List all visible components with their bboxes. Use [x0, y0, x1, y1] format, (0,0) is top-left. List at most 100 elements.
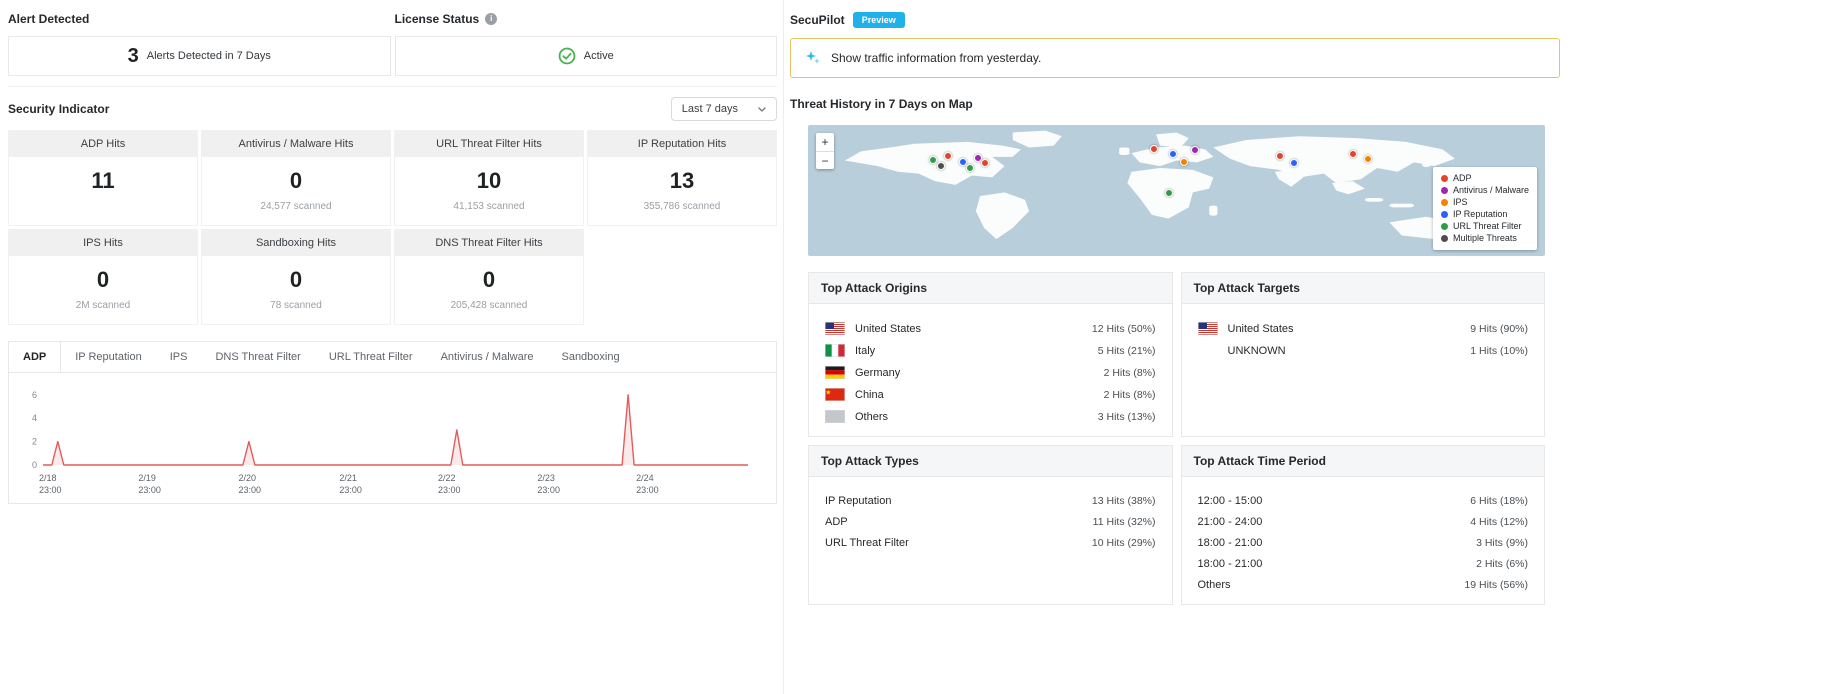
legend-item-adp: ADP	[1440, 172, 1529, 184]
stat-card-value: 11	[91, 168, 115, 193]
threat-marker-adp[interactable]	[944, 152, 953, 161]
threat-marker-antivirus-malware[interactable]	[1190, 145, 1199, 154]
stat-card-antivirus-malware-hits: Antivirus / Malware Hits 0 24,577 scanne…	[201, 130, 391, 226]
alert-block: Alert Detected 3 Alerts Detected in 7 Da…	[8, 12, 391, 76]
flag-icon-us	[1197, 322, 1218, 335]
svg-text:2/21: 2/21	[339, 473, 357, 483]
map-zoom-controls: + −	[816, 133, 834, 169]
attack-row-label: Others	[1197, 579, 1231, 591]
stat-card-value: 13	[669, 168, 695, 193]
legend-dot-icon	[1440, 174, 1448, 182]
stat-card-value: 0	[289, 267, 303, 292]
threat-marker-ip-reputation[interactable]	[1168, 149, 1177, 158]
tab-url-threat-filter[interactable]: URL Threat Filter	[315, 342, 427, 372]
zoom-in-button[interactable]: +	[816, 133, 834, 151]
stat-card-value: 0	[482, 267, 496, 292]
stat-card-scanned: 205,428 scanned	[450, 300, 528, 311]
legend-item-url-threat-filter: URL Threat Filter	[1440, 220, 1529, 232]
license-status: Active	[583, 50, 614, 62]
info-icon[interactable]: i	[485, 13, 498, 25]
stat-card-adp-hits: ADP Hits 11	[8, 130, 198, 226]
threat-marker-adp[interactable]	[1275, 152, 1284, 161]
panel-title: Top Attack Time Period	[1181, 446, 1544, 477]
threat-marker-adp[interactable]	[1349, 149, 1358, 158]
threat-marker-ips[interactable]	[1179, 157, 1188, 166]
tab-adp[interactable]: ADP	[9, 342, 62, 372]
stat-card-scanned: 355,786 scanned	[643, 201, 721, 212]
threat-marker-adp[interactable]	[980, 158, 989, 167]
security-indicator-header: Security Indicator Last 7 days	[8, 96, 777, 122]
tab-sandboxing[interactable]: Sandboxing	[547, 342, 633, 372]
stat-card-title: IP Reputation Hits	[588, 131, 776, 157]
secupilot-suggestion[interactable]: Show traffic information from yesterday.	[790, 38, 1560, 78]
panel-title: Top Attack Targets	[1181, 273, 1544, 304]
legend-label: IP Reputation	[1452, 209, 1508, 219]
attack-row: IP Reputation 13 Hits (38%)	[825, 491, 1156, 512]
legend-dot-icon	[1440, 210, 1448, 218]
attack-row-hits: 3 Hits (9%)	[1476, 537, 1528, 549]
stat-card-title: URL Threat Filter Hits	[395, 131, 583, 157]
svg-text:2/20: 2/20	[239, 473, 257, 483]
attack-row-hits: 1 Hits (10%)	[1470, 344, 1528, 357]
panel-top-attack-origins: Top Attack Origins United States 12 Hits…	[808, 272, 1173, 437]
attack-row-label: 12:00 - 15:00	[1197, 495, 1263, 507]
tab-antivirus-malware[interactable]: Antivirus / Malware	[427, 342, 548, 372]
check-circle-icon	[558, 47, 576, 65]
svg-text:23:00: 23:00	[39, 485, 62, 495]
tab-ips[interactable]: IPS	[156, 342, 202, 372]
license-title-text: License Status	[394, 12, 480, 26]
attack-row-hits: 2 Hits (6%)	[1476, 558, 1528, 570]
sparkle-icon	[805, 50, 821, 66]
legend-dot-icon	[1440, 198, 1448, 206]
panel-title: Top Attack Types	[809, 446, 1172, 477]
flag-icon-us	[825, 322, 845, 335]
threat-marker-multiple-threats[interactable]	[936, 161, 945, 170]
legend-item-ip-reputation: IP Reputation	[1440, 208, 1529, 220]
svg-text:0: 0	[32, 460, 37, 470]
attack-row-label: 18:00 - 21:00	[1197, 537, 1263, 549]
legend-label: Multiple Threats	[1452, 233, 1517, 243]
legend-label: URL Threat Filter	[1452, 221, 1522, 231]
svg-text:6: 6	[32, 390, 37, 400]
threat-marker-ips[interactable]	[1364, 155, 1373, 164]
svg-text:4: 4	[32, 413, 37, 423]
legend-dot-icon	[1440, 222, 1448, 230]
license-block: License Status i Active	[394, 12, 777, 76]
attack-row: 18:00 - 21:00 3 Hits (9%)	[1198, 533, 1529, 554]
threat-marker-ip-reputation[interactable]	[958, 157, 967, 166]
attack-row-hits: 9 Hits (90%)	[1470, 322, 1528, 335]
attack-row-label: Germany	[855, 366, 901, 379]
stat-card-empty	[587, 229, 777, 325]
suggestion-text: Show traffic information from yesterday.	[831, 51, 1042, 65]
threat-world-map[interactable]: + − ADP Antivirus / Malware IPS IP Reputati…	[808, 125, 1545, 256]
attack-row-hits: 3 Hits (13%)	[1097, 410, 1156, 423]
flag-placeholder	[1198, 344, 1218, 357]
legend-item-antivirus-malware: Antivirus / Malware	[1440, 184, 1529, 196]
svg-text:23:00: 23:00	[438, 485, 461, 495]
threat-marker-adp[interactable]	[1150, 144, 1159, 153]
threat-marker-url-threat-filter[interactable]	[966, 164, 975, 173]
panel-top-attack-types: Top Attack Types IP Reputation 13 Hits (…	[808, 445, 1173, 605]
legend-dot-icon	[1440, 234, 1448, 242]
attack-row-label: United States	[855, 322, 922, 335]
legend-dot-icon	[1440, 186, 1448, 194]
threat-marker-ip-reputation[interactable]	[1290, 158, 1299, 167]
map-title: Threat History in 7 Days on Map	[790, 97, 973, 111]
tab-ip-reputation[interactable]: IP Reputation	[61, 342, 155, 372]
attack-row-hits: 13 Hits (38%)	[1091, 495, 1156, 507]
preview-badge: Preview	[852, 12, 905, 28]
flag-icon-it	[825, 344, 845, 357]
attack-row: ADP 11 Hits (32%)	[825, 512, 1156, 533]
attack-row: Italy 5 Hits (21%)	[825, 340, 1156, 362]
zoom-out-button[interactable]: −	[816, 151, 834, 169]
tab-dns-threat-filter[interactable]: DNS Threat Filter	[201, 342, 314, 372]
attack-row-label: Italy	[855, 344, 876, 357]
chevron-down-icon	[758, 106, 766, 112]
date-range-dropdown[interactable]: Last 7 days	[670, 97, 777, 121]
panel-title: Top Attack Origins	[809, 273, 1172, 304]
attack-row: 21:00 - 24:00 4 Hits (12%)	[1198, 512, 1529, 533]
attack-row-hits: 6 Hits (18%)	[1470, 495, 1528, 507]
threat-marker-url-threat-filter[interactable]	[1165, 189, 1174, 198]
attack-row-hits: 5 Hits (21%)	[1097, 344, 1156, 357]
panel-top-attack-targets: Top Attack Targets United States 9 Hits …	[1180, 272, 1545, 437]
